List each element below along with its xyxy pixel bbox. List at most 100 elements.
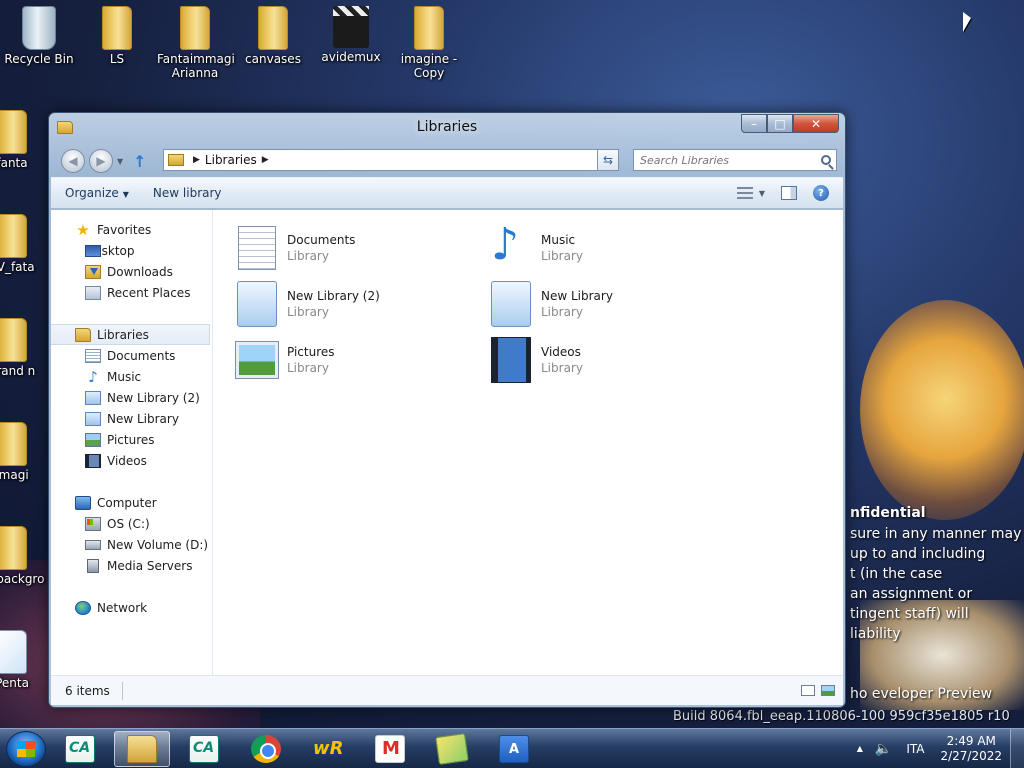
desktop-icon-fanta[interactable]: fanta xyxy=(0,110,48,180)
library-icon xyxy=(85,390,101,405)
desktop-icon-label: fanta xyxy=(0,156,28,170)
taskbar-app-gmail[interactable] xyxy=(362,731,418,767)
refresh-button[interactable]: ⇆ xyxy=(597,149,619,171)
taskbar-app-chrome[interactable] xyxy=(238,731,294,767)
address-bar[interactable]: ▶ Libraries ▶ ▼ xyxy=(163,149,619,171)
clock[interactable]: 2:49 AM 2/27/2022 xyxy=(940,734,1002,764)
sidebar-item-os-c[interactable]: OS (C:) xyxy=(51,513,212,534)
forward-arrow-icon: ▶ xyxy=(96,154,106,168)
sidebar-item-new-volume-d[interactable]: New Volume (D:) xyxy=(51,534,212,555)
tile-new-library-2[interactable]: New Library (2) Library xyxy=(233,280,487,328)
new-library-button[interactable]: New library xyxy=(143,186,232,200)
taskbar-app-translator[interactable]: A xyxy=(486,731,542,767)
start-button[interactable] xyxy=(6,730,46,767)
desktop-icon-label: TV_fata xyxy=(0,260,35,274)
sidebar-item-network[interactable]: Network xyxy=(51,597,212,618)
watermark-line: t (in the case xyxy=(850,566,943,582)
library-icon xyxy=(237,281,277,327)
help-icon[interactable]: ? xyxy=(813,185,829,201)
tile-name: Videos xyxy=(541,345,581,359)
volume-icon[interactable]: 🔈 xyxy=(875,741,892,757)
tile-type: Library xyxy=(287,305,329,319)
desktop-icon-tv-fata[interactable]: TV_fata xyxy=(0,214,48,284)
sidebar-item-new-library[interactable]: New Library xyxy=(51,408,212,429)
tile-pictures[interactable]: Pictures Library xyxy=(233,336,487,384)
search-box[interactable] xyxy=(633,149,837,171)
show-desktop-button[interactable] xyxy=(1010,728,1024,768)
system-tray: ▲ 🔈 ITA 2:49 AM 2/27/2022 xyxy=(857,728,1024,768)
taskbar-app-windows-explorer[interactable] xyxy=(114,730,170,767)
folder-icon xyxy=(0,526,27,570)
breadcrumb-separator-icon[interactable]: ▶ xyxy=(193,155,200,165)
sidebar-item-downloads[interactable]: Downloads xyxy=(51,261,212,282)
tile-new-library[interactable]: New Library Library xyxy=(487,280,741,328)
tile-name: New Library (2) xyxy=(287,289,380,303)
sidebar-item-new-library-2[interactable]: New Library (2) xyxy=(51,387,212,408)
show-hidden-icons-icon[interactable]: ▲ xyxy=(857,744,863,753)
back-button[interactable]: ◀ xyxy=(61,149,85,173)
clock-time: 2:49 AM xyxy=(946,733,996,748)
desktop-icon-imagine-copy[interactable]: imagine - Copy xyxy=(391,6,467,80)
tile-documents[interactable]: Documents Library xyxy=(233,224,487,272)
sidebar-item-media-servers[interactable]: Media Servers xyxy=(51,555,212,576)
taskbar-app-sticky-notes[interactable] xyxy=(424,731,480,767)
desktop-icon-canvases[interactable]: canvases xyxy=(235,6,311,66)
breadcrumb-libraries[interactable]: Libraries xyxy=(205,153,257,167)
minimize-button[interactable]: – xyxy=(741,114,767,133)
search-icon[interactable] xyxy=(821,155,831,165)
sidebar-item-videos[interactable]: Videos xyxy=(51,450,212,471)
sidebar-item-pictures[interactable]: Pictures xyxy=(51,429,212,450)
status-bar: 6 items xyxy=(51,675,843,705)
desktop-icon-label: LS xyxy=(109,52,125,66)
folder-icon xyxy=(414,6,444,50)
maximize-button[interactable]: □ xyxy=(767,114,793,133)
close-button[interactable]: ✕ xyxy=(793,114,839,133)
sidebar-item-music[interactable]: ♪ Music xyxy=(51,366,212,387)
gmail-icon xyxy=(375,734,405,763)
taskbar-app-credit-agricole[interactable] xyxy=(52,731,108,767)
folder-icon xyxy=(0,214,27,258)
watermark-line: ho eveloper Preview xyxy=(850,686,993,702)
details-view-icon[interactable] xyxy=(801,685,815,696)
folder-icon xyxy=(0,318,27,362)
desktop-icon xyxy=(85,244,101,257)
desktop-icon-recycle-bin[interactable]: Recycle Bin xyxy=(1,6,77,66)
forward-button[interactable]: ▶ xyxy=(89,149,113,173)
sidebar-item-libraries[interactable]: Libraries xyxy=(51,324,210,345)
sidebar-item-desktop[interactable]: Desktop xyxy=(51,240,212,261)
desktop-icon-penta[interactable]: Penta xyxy=(0,630,48,700)
chevron-down-icon: ▼ xyxy=(122,190,129,199)
desktop-icon-avidemux[interactable]: avidemux xyxy=(313,6,389,64)
up-arrow-icon[interactable]: ↑ xyxy=(133,152,146,171)
sidebar-item-label: Downloads xyxy=(107,264,173,279)
desktop-icon-fantaimmagi-arianna[interactable]: Fantaimmagi Arianna xyxy=(157,6,235,80)
taskbar: wR A ▲ 🔈 ITA 2:49 AM 2/27/2022 xyxy=(0,728,1024,768)
change-view-button[interactable]: ▼ xyxy=(736,187,765,199)
organize-button[interactable]: Organize ▼ xyxy=(55,186,139,200)
search-input[interactable] xyxy=(640,153,810,167)
desktop-icon-label: brand n xyxy=(0,364,36,378)
sidebar-item-favorites[interactable]: ★ Favorites xyxy=(51,219,212,240)
taskbar-app-wordreference[interactable]: wR xyxy=(300,731,356,767)
desktop-icon-brand[interactable]: brand n xyxy=(0,318,48,388)
watermark-line: an assignment or xyxy=(850,586,973,602)
tile-type: Library xyxy=(541,305,583,319)
input-language-indicator[interactable]: ITA xyxy=(906,742,924,756)
taskbar-app-credit-agricole-2[interactable] xyxy=(176,731,232,767)
documents-icon xyxy=(85,348,101,363)
tile-videos[interactable]: Videos Library xyxy=(487,336,741,384)
translate-icon: A xyxy=(499,734,529,763)
sidebar-item-documents[interactable]: Documents xyxy=(51,345,212,366)
sidebar-item-recent-places[interactable]: Recent Places xyxy=(51,282,212,303)
preview-pane-icon[interactable] xyxy=(781,186,797,200)
build-watermark: Build 8064.fbl_eeap.110806-100 959cf35e1… xyxy=(673,709,1010,724)
desktop-icon-ls-background[interactable]: Ls backgro xyxy=(0,526,48,610)
sidebar-item-computer[interactable]: Computer xyxy=(51,492,212,513)
large-icons-view-icon[interactable] xyxy=(821,685,835,696)
desktop-icon-imagi[interactable]: imagi xyxy=(0,422,48,492)
breadcrumb-chevron-icon[interactable]: ▶ xyxy=(262,155,269,165)
recent-pages-dropdown-icon[interactable]: ▼ xyxy=(117,157,123,166)
desktop-icon-ls[interactable]: LS xyxy=(79,6,155,66)
tile-music[interactable]: Music Library xyxy=(487,221,741,272)
clapperboard-icon xyxy=(333,6,369,48)
